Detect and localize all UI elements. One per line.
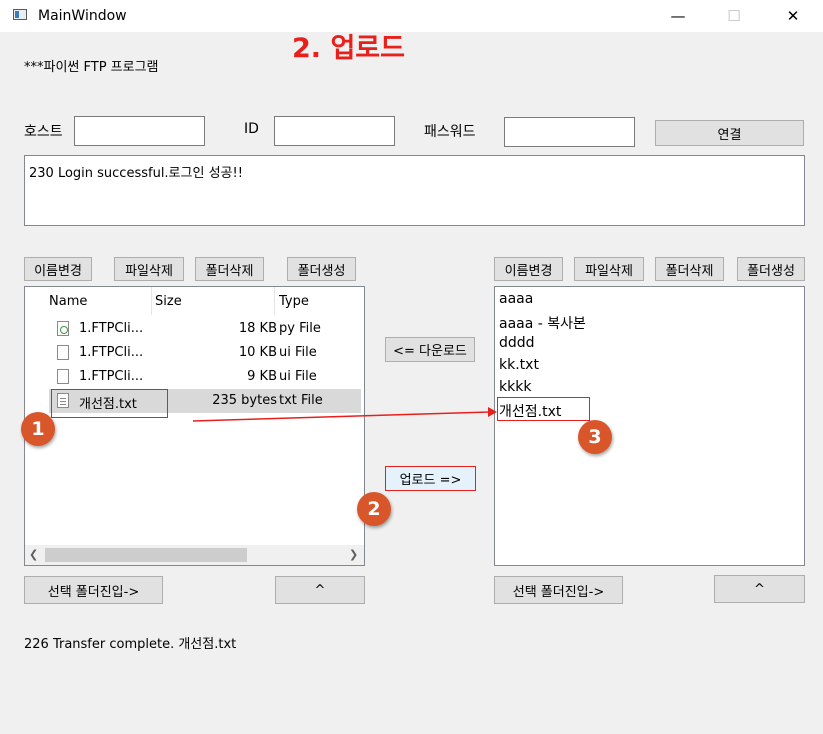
annotation-arrow [192, 407, 497, 422]
callout-badge-1: 1 [21, 412, 55, 446]
callout-badge-3: 3 [578, 420, 612, 454]
arrow-line [192, 411, 491, 422]
arrow-head [488, 407, 497, 417]
callout-badge-2: 2 [357, 492, 391, 526]
